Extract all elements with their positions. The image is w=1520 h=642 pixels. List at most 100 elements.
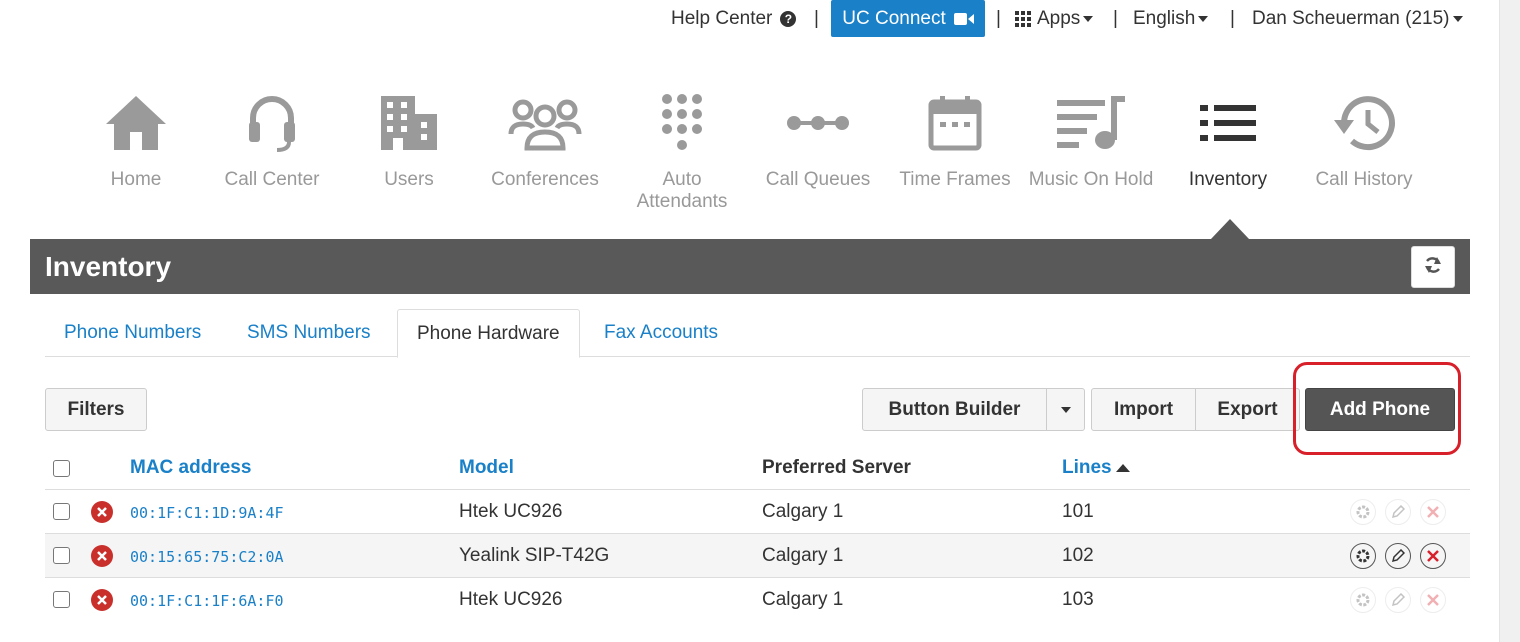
gear-icon[interactable] <box>1350 543 1376 569</box>
column-header-lines[interactable]: Lines <box>1062 457 1130 479</box>
sort-ascending-icon <box>1115 463 1130 472</box>
nav-item-inventory[interactable]: Inventory <box>1163 88 1293 191</box>
help-center-label: Help Center <box>671 8 773 29</box>
grid-icon <box>1015 11 1031 27</box>
headset-icon <box>207 88 337 158</box>
edit-pencil-icon[interactable] <box>1385 587 1411 613</box>
separator: | <box>814 8 819 29</box>
nav-item-time-frames[interactable]: Time Frames <box>890 88 1020 191</box>
group-icon <box>480 88 610 158</box>
language-menu[interactable]: English <box>1133 8 1209 30</box>
row-checkbox[interactable] <box>53 547 70 564</box>
gear-icon[interactable] <box>1350 499 1376 525</box>
history-icon <box>1299 88 1429 158</box>
mac-address-link[interactable]: 00:1F:C1:1F:6A:F0 <box>130 592 284 610</box>
music-icon <box>1026 88 1156 158</box>
mac-address-link[interactable]: 00:15:65:75:C2:0A <box>130 548 284 566</box>
user-menu[interactable]: Dan Scheuerman (215) <box>1252 8 1463 30</box>
building-icon <box>344 88 474 158</box>
server-cell: Calgary 1 <box>762 545 844 566</box>
caret-down-icon <box>1198 16 1209 22</box>
nav-label: Home <box>110 169 162 190</box>
nav-item-home[interactable]: Home <box>71 88 201 191</box>
select-all-checkbox[interactable] <box>53 460 70 477</box>
row-checkbox[interactable] <box>53 503 70 520</box>
video-camera-icon <box>953 12 974 26</box>
nav-label: Call Queues <box>765 169 871 190</box>
edit-pencil-icon[interactable] <box>1385 543 1411 569</box>
nav-item-call-center[interactable]: Call Center <box>207 88 337 191</box>
refresh-icon <box>1423 255 1443 280</box>
active-nav-indicator <box>1211 219 1249 239</box>
row-checkbox[interactable] <box>53 591 70 608</box>
separator: | <box>1230 8 1235 29</box>
keypad-icon <box>617 88 747 158</box>
calendar-icon <box>890 88 1020 158</box>
delete-x-icon[interactable] <box>1420 543 1446 569</box>
help-center-link[interactable]: Help Center ? <box>671 8 797 30</box>
server-cell: Calgary 1 <box>762 501 844 522</box>
button-builder-button[interactable]: Button Builder <box>862 388 1047 431</box>
table-row: 00:1F:C1:1D:9A:4F Htek UC926 Calgary 1 1… <box>45 489 1470 533</box>
caret-down-icon <box>1060 406 1071 413</box>
nav-item-users[interactable]: Users <box>344 88 474 191</box>
page-header: Inventory <box>30 239 1470 294</box>
tab-sms-numbers[interactable]: SMS Numbers <box>228 309 390 355</box>
nav-label: Call Center <box>224 169 320 190</box>
error-status-icon <box>91 501 113 523</box>
edit-pencil-icon[interactable] <box>1385 499 1411 525</box>
tab-phone-numbers[interactable]: Phone Numbers <box>45 309 220 355</box>
server-cell: Calgary 1 <box>762 589 844 610</box>
model-cell: Yealink SIP-T42G <box>459 545 610 566</box>
column-header-server: Preferred Server <box>762 457 911 478</box>
nav-item-conferences[interactable]: Conferences <box>480 88 610 191</box>
nav-label: Music On Hold <box>1028 169 1154 190</box>
column-header-model[interactable]: Model <box>459 457 514 479</box>
tab-fax-accounts[interactable]: Fax Accounts <box>585 309 737 355</box>
language-label: English <box>1133 8 1196 29</box>
delete-x-icon[interactable] <box>1420 587 1446 613</box>
main-nav: Home Call Center Users Conferences Auto … <box>0 88 1500 228</box>
queue-icon <box>753 88 883 158</box>
gear-icon[interactable] <box>1350 587 1376 613</box>
delete-x-icon[interactable] <box>1420 499 1446 525</box>
list-icon <box>1163 88 1293 158</box>
table-row: 00:1F:C1:1F:6A:F0 Htek UC926 Calgary 1 1… <box>45 577 1470 621</box>
mac-address-link[interactable]: 00:1F:C1:1D:9A:4F <box>130 504 284 522</box>
page-scrollbar[interactable] <box>1499 0 1520 642</box>
nav-label: Auto Attendants <box>636 169 728 212</box>
user-label: Dan Scheuerman (215) <box>1252 8 1450 29</box>
model-cell: Htek UC926 <box>459 501 563 522</box>
nav-item-music-on-hold[interactable]: Music On Hold <box>1026 88 1156 191</box>
nav-item-call-history[interactable]: Call History <box>1299 88 1429 191</box>
lines-cell: 101 <box>1062 501 1094 522</box>
apps-label: Apps <box>1037 8 1081 29</box>
highlight-annotation <box>1293 362 1461 455</box>
apps-menu[interactable]: Apps <box>1015 8 1094 30</box>
filters-button[interactable]: Filters <box>45 388 147 431</box>
table-row: 00:15:65:75:C2:0A Yealink SIP-T42G Calga… <box>45 533 1470 577</box>
import-button[interactable]: Import <box>1091 388 1196 431</box>
nav-item-call-queues[interactable]: Call Queues <box>753 88 883 191</box>
export-button[interactable]: Export <box>1195 388 1300 431</box>
caret-down-icon <box>1083 16 1094 22</box>
separator: | <box>1113 8 1118 29</box>
column-header-mac[interactable]: MAC address <box>130 457 251 479</box>
button-builder-dropdown[interactable] <box>1046 388 1085 431</box>
column-header-lines-label: Lines <box>1062 457 1112 478</box>
lines-cell: 103 <box>1062 589 1094 610</box>
tab-phone-hardware[interactable]: Phone Hardware <box>397 309 580 358</box>
top-bar: Help Center ? | UC Connect | Apps | Engl… <box>0 0 1500 38</box>
refresh-button[interactable] <box>1411 246 1455 288</box>
question-icon: ? <box>780 11 797 27</box>
page-title: Inventory <box>45 251 172 282</box>
lines-cell: 102 <box>1062 545 1094 566</box>
nav-label: Inventory <box>1188 169 1268 190</box>
nav-label: Call History <box>1315 169 1413 190</box>
uc-connect-button[interactable]: UC Connect <box>831 0 985 37</box>
nav-label: Conferences <box>491 169 599 190</box>
error-status-icon <box>91 589 113 611</box>
home-icon <box>71 88 201 158</box>
caret-down-icon <box>1452 16 1463 22</box>
nav-item-auto-attendants[interactable]: Auto Attendants <box>617 88 747 213</box>
